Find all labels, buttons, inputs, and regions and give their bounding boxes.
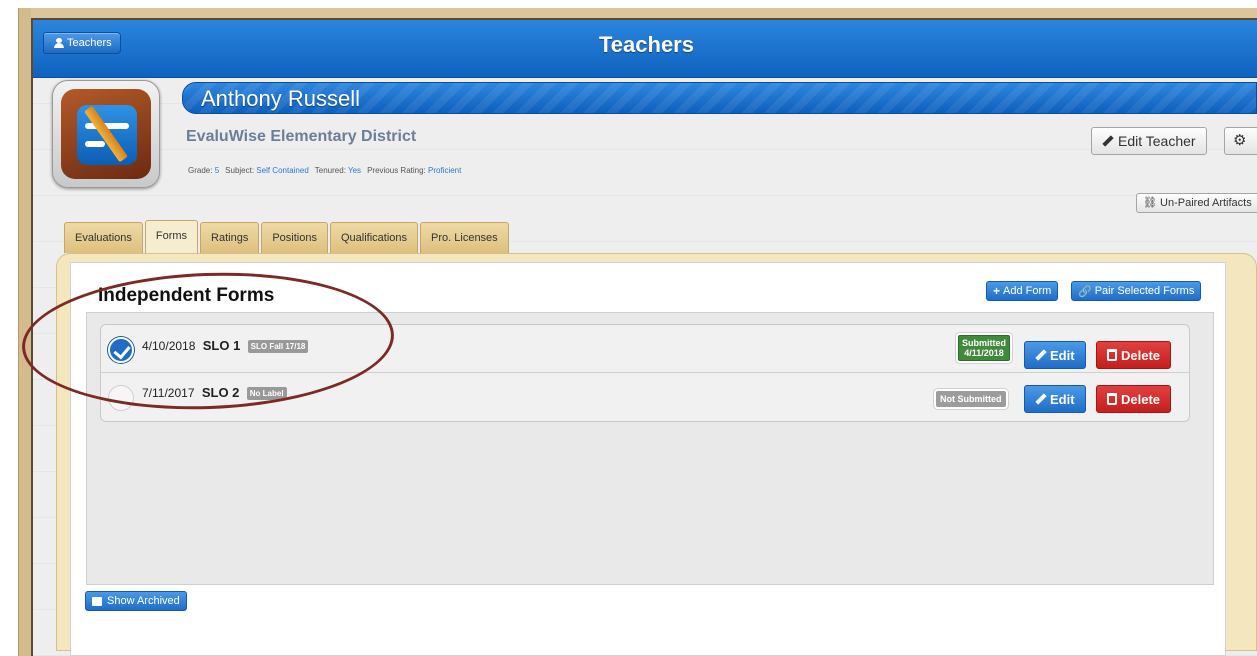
form-row-text: 4/10/2018 SLO 1 SLO Fall 17/18 (142, 338, 309, 353)
meta-label: Previous Rating: (367, 166, 426, 175)
teacher-meta: Grade: 5 Subject: Self Contained Tenured… (188, 166, 461, 175)
pencil-icon (1035, 350, 1046, 361)
meta-tenured: Tenured: Yes (315, 166, 361, 175)
meta-previous-rating: Previous Rating: Proficient (367, 166, 461, 175)
app-logo (52, 80, 160, 188)
status-badge: Submitted 4/11/2018 (958, 335, 1010, 361)
frame-edge (19, 8, 31, 656)
form-label-badge: SLO Fall 17/18 (247, 340, 309, 353)
form-title: SLO 1 (202, 338, 241, 353)
status-date: 4/11/2018 (964, 348, 1004, 358)
form-label-badge: No Label (246, 387, 287, 400)
tab-ratings[interactable]: Ratings (200, 222, 260, 253)
checked-checkbox-icon[interactable] (108, 337, 134, 363)
district-name: EvaluWise Elementary District (186, 128, 417, 145)
pencil-icon (1035, 394, 1046, 405)
delete-label: Delete (1121, 347, 1161, 363)
show-archived-button[interactable]: Show Archived (85, 591, 187, 611)
form-date: 7/11/2017 (142, 386, 195, 400)
form-row[interactable]: 4/10/2018 SLO 1 SLO Fall 17/18 Submitted… (100, 325, 1190, 373)
unpaired-artifacts-button[interactable]: ⛓ Un-Paired Artifacts (1136, 193, 1257, 213)
settings-button[interactable]: ⚙ (1224, 127, 1257, 155)
unchecked-checkbox-icon[interactable] (108, 385, 134, 411)
gear-icon: ⚙ (1233, 132, 1247, 149)
meta-label: Subject: (225, 166, 255, 175)
trash-icon (1107, 393, 1117, 405)
form-title: SLO 2 (201, 385, 240, 400)
meta-value: Self Contained (256, 166, 309, 175)
delete-form-button[interactable]: Delete (1096, 341, 1172, 369)
archive-icon (92, 596, 102, 606)
tab-bar: Evaluations Forms Ratings Positions Qual… (64, 220, 509, 253)
meta-label: Grade: (188, 166, 213, 175)
link-icon: 🔗 (1078, 285, 1092, 298)
tab-forms[interactable]: Forms (144, 220, 199, 253)
add-form-button[interactable]: + Add Form (986, 281, 1059, 301)
top-navbar: Teachers Teachers (33, 20, 1257, 78)
meta-value: 5 (214, 166, 220, 175)
status-text: Submitted (962, 338, 1006, 348)
pair-forms-label: Pair Selected Forms (1094, 285, 1195, 297)
meta-label: Tenured: (314, 166, 346, 175)
add-form-label: Add Form (1003, 285, 1052, 297)
meta-grade: Grade: 5 (188, 166, 219, 175)
delete-form-button[interactable]: Delete (1096, 385, 1172, 413)
edit-teacher-button[interactable]: Edit Teacher (1091, 127, 1207, 155)
form-row[interactable]: 7/11/2017 SLO 2 No Label Not Submitted E… (100, 373, 1190, 421)
delete-label: Delete (1121, 391, 1161, 407)
status-badge: Not Submitted (936, 391, 1006, 407)
meta-value: Yes (348, 166, 362, 175)
logo-icon (61, 89, 151, 179)
section-title: Independent Forms (98, 285, 275, 306)
tab-qualifications[interactable]: Qualifications (329, 222, 419, 253)
trash-icon (1107, 349, 1117, 361)
pencil-icon (1102, 136, 1113, 147)
tab-positions[interactable]: Positions (261, 222, 328, 253)
tab-pro-licenses[interactable]: Pro. Licenses (420, 222, 509, 253)
meta-value: Proficient (428, 166, 462, 175)
meta-subject: Subject: Self Contained (225, 166, 309, 175)
logo-line (85, 141, 105, 147)
edit-teacher-label: Edit Teacher (1118, 133, 1196, 149)
edit-form-button[interactable]: Edit (1024, 341, 1086, 369)
teacher-name: Anthony Russell (201, 86, 360, 111)
edit-label: Edit (1050, 347, 1075, 363)
show-archived-label: Show Archived (107, 595, 180, 607)
teacher-name-banner: Anthony Russell (182, 82, 1257, 114)
page-title: Teachers (599, 32, 694, 57)
form-date: 4/10/2018 (142, 339, 196, 353)
edit-form-button[interactable]: Edit (1024, 385, 1086, 413)
unlink-icon: ⛓ (1143, 197, 1157, 209)
edit-label: Edit (1050, 391, 1075, 407)
tab-evaluations[interactable]: Evaluations (64, 222, 143, 253)
unpaired-label: Un-Paired Artifacts (1160, 197, 1252, 209)
form-row-text: 7/11/2017 SLO 2 No Label (142, 385, 287, 400)
pair-selected-forms-button[interactable]: 🔗 Pair Selected Forms (1071, 281, 1202, 301)
plus-icon: + (993, 284, 1001, 298)
